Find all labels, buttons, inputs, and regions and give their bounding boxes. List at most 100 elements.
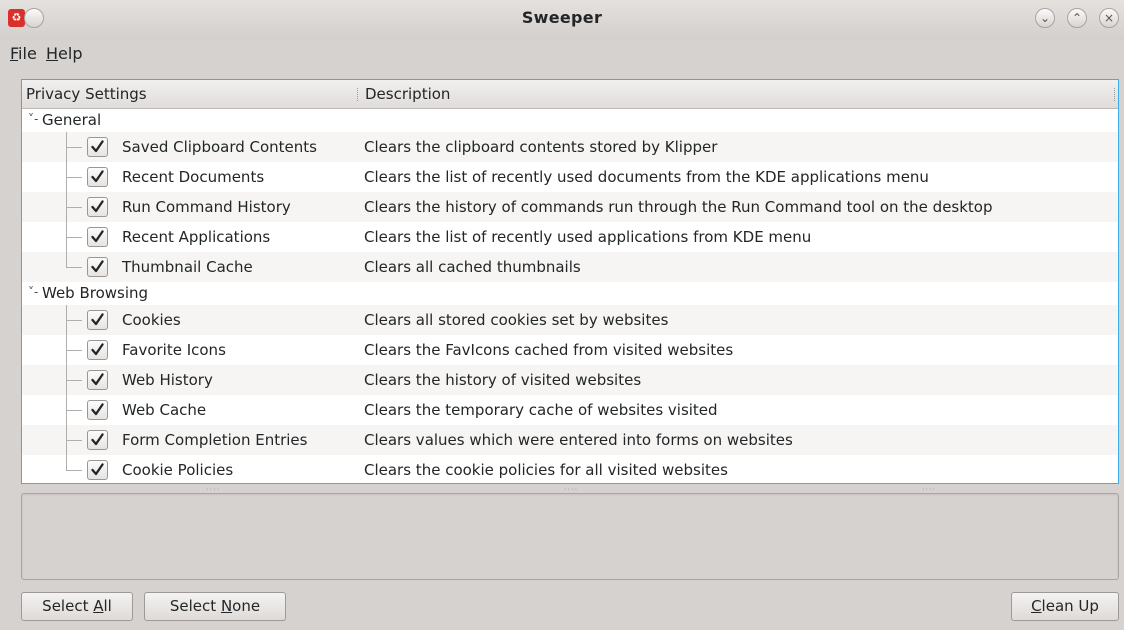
checkmark-icon bbox=[91, 403, 104, 416]
close-icon[interactable]: × bbox=[1099, 8, 1119, 28]
column-separator[interactable] bbox=[1114, 88, 1116, 101]
tree-item-recent-applications[interactable]: Recent Applications Clears the list of re… bbox=[22, 222, 1118, 252]
column-separator[interactable] bbox=[357, 88, 359, 101]
menu-bar: File Help bbox=[0, 40, 1124, 70]
tree-branch-line bbox=[66, 380, 82, 381]
select-all-label-rest: ll bbox=[103, 597, 112, 615]
checkmark-icon bbox=[91, 343, 104, 356]
tree-branch-line bbox=[66, 252, 67, 268]
item-checkbox[interactable] bbox=[87, 197, 108, 217]
item-checkbox[interactable] bbox=[87, 257, 108, 277]
tree-item-label: Favorite Icons bbox=[122, 341, 226, 359]
checkmark-icon bbox=[91, 230, 104, 243]
tree-item-run-command-history[interactable]: Run Command History Clears the history of… bbox=[22, 192, 1118, 222]
expand-arrow-icon[interactable]: ˅- bbox=[28, 112, 38, 126]
tree-branch-line bbox=[66, 237, 82, 238]
tree-item-description: Clears the list of recently used applica… bbox=[364, 228, 812, 246]
column-header-description[interactable]: Description bbox=[365, 80, 450, 108]
tree-group-web-browsing[interactable]: ˅- Web Browsing bbox=[22, 282, 1118, 305]
clean-up-mnemonic: C bbox=[1031, 597, 1042, 615]
tree-branch-line bbox=[66, 320, 82, 321]
checkmark-icon bbox=[91, 433, 104, 446]
chevron-up-icon[interactable]: ⌃ bbox=[1067, 8, 1087, 28]
tree-item-label: Thumbnail Cache bbox=[122, 258, 253, 276]
tree-item-label: Web Cache bbox=[122, 401, 207, 419]
item-checkbox[interactable] bbox=[87, 430, 108, 450]
tree-item-label: Recent Applications bbox=[122, 228, 271, 246]
tree-item-cookie-policies[interactable]: Cookie Policies Clears the cookie policie… bbox=[22, 455, 1118, 485]
privacy-settings-tree[interactable]: Privacy Settings Description ˅- General Sa… bbox=[21, 79, 1119, 484]
tree-group-general[interactable]: ˅- General bbox=[22, 109, 1118, 132]
expand-arrow-icon[interactable]: ˅- bbox=[28, 285, 38, 299]
tree-item-label: Recent Documents bbox=[122, 168, 265, 186]
tree-item-description: Clears the history of visited websites bbox=[364, 371, 642, 389]
menu-help[interactable]: Help bbox=[46, 40, 82, 68]
tree-item-description: Clears values which were entered into fo… bbox=[364, 431, 793, 449]
tree-branch-line bbox=[66, 207, 82, 208]
select-all-button[interactable]: Select All bbox=[21, 592, 133, 621]
tree-item-form-completion-entries[interactable]: Form Completion Entries Clears values whi… bbox=[22, 425, 1118, 455]
item-checkbox[interactable] bbox=[87, 310, 108, 330]
tree-branch-line bbox=[66, 267, 82, 268]
tree-item-favorite-icons[interactable]: Favorite Icons Clears the FavIcons cached… bbox=[22, 335, 1118, 365]
tree-item-description: Clears all stored cookies set by website… bbox=[364, 311, 669, 329]
tree-header: Privacy Settings Description bbox=[22, 80, 1118, 109]
tree-item-thumbnail-cache[interactable]: Thumbnail Cache Clears all cached thumbna… bbox=[22, 252, 1118, 282]
menu-file-label: ile bbox=[18, 44, 37, 63]
item-checkbox[interactable] bbox=[87, 340, 108, 360]
item-checkbox[interactable] bbox=[87, 227, 108, 247]
item-checkbox[interactable] bbox=[87, 460, 108, 480]
select-none-label: Select bbox=[169, 597, 221, 615]
item-checkbox[interactable] bbox=[87, 400, 108, 420]
tree-branch-line bbox=[66, 177, 82, 178]
column-header-privacy-settings[interactable]: Privacy Settings bbox=[26, 80, 147, 108]
item-checkbox[interactable] bbox=[87, 137, 108, 157]
select-all-mnemonic: A bbox=[93, 597, 104, 615]
checkmark-icon bbox=[91, 313, 104, 326]
chevron-down-icon[interactable]: ⌄ bbox=[1035, 8, 1055, 28]
checkmark-icon bbox=[91, 463, 104, 476]
tree-item-label: Form Completion Entries bbox=[122, 431, 308, 449]
select-none-button[interactable]: Select None bbox=[144, 592, 286, 621]
tree-branch-line bbox=[66, 470, 82, 471]
title-bar[interactable]: ♻ Sweeper ⌄ ⌃ × bbox=[0, 0, 1124, 40]
tree-item-web-history[interactable]: Web History Clears the history of visited… bbox=[22, 365, 1118, 395]
sweeper-window: ♻ Sweeper ⌄ ⌃ × File Help Privacy Settin… bbox=[0, 0, 1124, 630]
tree-item-label: Cookie Policies bbox=[122, 461, 234, 479]
tree-item-description: Clears the list of recently used documen… bbox=[364, 168, 929, 186]
tree-item-saved-clipboard-contents[interactable]: Saved Clipboard Contents Clears the clipb… bbox=[22, 132, 1118, 162]
checkmark-icon bbox=[91, 170, 104, 183]
menu-help-label: elp bbox=[58, 44, 83, 63]
tree-item-label: Run Command History bbox=[122, 198, 291, 216]
tree-group-label: Web Browsing bbox=[42, 284, 149, 302]
output-panel bbox=[21, 493, 1119, 580]
tree-branch-line bbox=[66, 455, 67, 471]
menu-file-mnemonic: F bbox=[10, 44, 19, 63]
clean-up-button[interactable]: Clean Up bbox=[1011, 592, 1119, 621]
tree-group-label: General bbox=[42, 111, 102, 129]
checkmark-icon bbox=[91, 260, 104, 273]
tree-branch-line bbox=[66, 350, 82, 351]
tree-item-cookies[interactable]: Cookies Clears all stored cookies set by … bbox=[22, 305, 1118, 335]
tree-item-description: Clears the cookie policies for all visit… bbox=[364, 461, 728, 479]
tree-branch-line bbox=[66, 147, 82, 148]
tree-item-label: Saved Clipboard Contents bbox=[122, 138, 317, 156]
menu-help-mnemonic: H bbox=[46, 44, 59, 63]
tree-item-description: Clears the clipboard contents stored by … bbox=[364, 138, 718, 156]
select-none-mnemonic: N bbox=[220, 597, 233, 615]
tree-item-recent-documents[interactable]: Recent Documents Clears the list of recen… bbox=[22, 162, 1118, 192]
item-checkbox[interactable] bbox=[87, 370, 108, 390]
tree-item-description: Clears the FavIcons cached from visited … bbox=[364, 341, 734, 359]
checkmark-icon bbox=[91, 140, 104, 153]
clean-up-label-rest: lean Up bbox=[1041, 597, 1099, 615]
tree-item-description: Clears the history of commands run throu… bbox=[364, 198, 993, 216]
select-all-label: Select bbox=[42, 597, 94, 615]
window-title: Sweeper bbox=[521, 8, 603, 27]
tree-item-label: Web History bbox=[122, 371, 213, 389]
menu-file[interactable]: File bbox=[10, 40, 37, 68]
select-none-label-rest: one bbox=[232, 597, 261, 615]
tree-item-web-cache[interactable]: Web Cache Clears the temporary cache of w… bbox=[22, 395, 1118, 425]
checkmark-icon bbox=[91, 200, 104, 213]
item-checkbox[interactable] bbox=[87, 167, 108, 187]
tree-item-label: Cookies bbox=[122, 311, 181, 329]
